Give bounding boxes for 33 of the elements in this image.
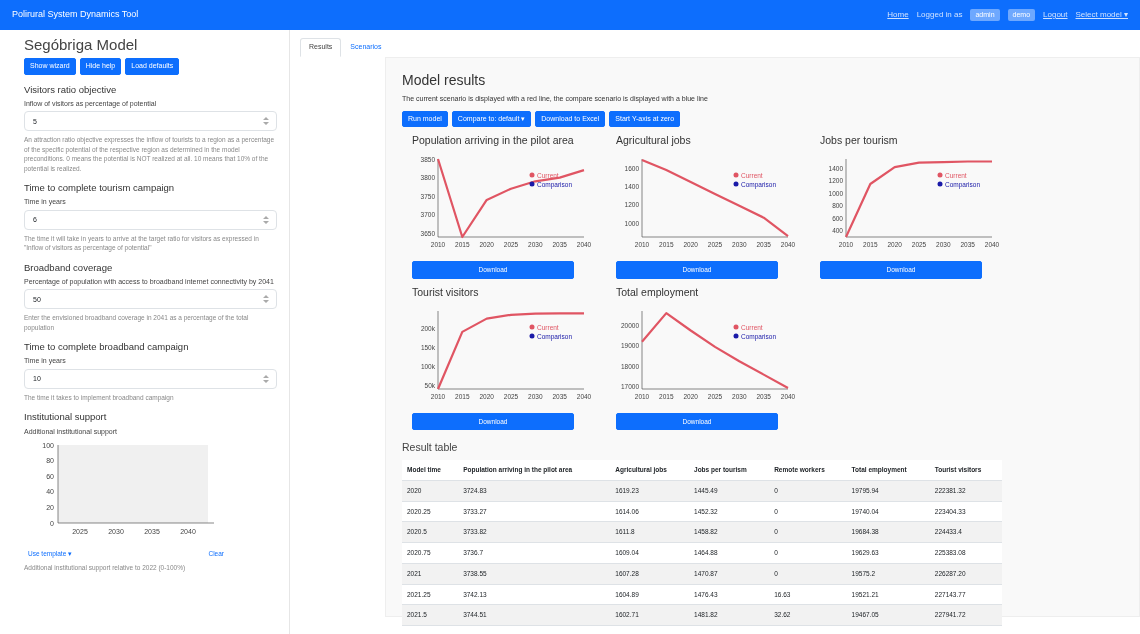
legend-dot bbox=[529, 172, 535, 178]
spinner-icon[interactable] bbox=[263, 295, 269, 304]
legend-dot bbox=[937, 172, 943, 178]
legend-dot bbox=[937, 181, 943, 187]
chart-title: Jobs per tourism bbox=[820, 133, 899, 149]
parameter-title: Time to complete tourism campaign bbox=[24, 180, 176, 195]
nav-link[interactable]: Home bbox=[887, 9, 909, 21]
parameter-title: Time to complete broadband campaign bbox=[24, 340, 190, 355]
parameter-title: Institutional support bbox=[24, 410, 108, 425]
spinner-icon[interactable] bbox=[263, 117, 269, 126]
app-brand[interactable]: Polirural System Dynamics Tool bbox=[12, 8, 139, 22]
chart-title: Total employment bbox=[616, 284, 700, 300]
legend-dot bbox=[529, 181, 535, 187]
spinner-icon[interactable] bbox=[263, 374, 269, 383]
graph-area[interactable] bbox=[58, 445, 208, 524]
legend-dot bbox=[733, 333, 739, 339]
spinner-icon[interactable] bbox=[263, 215, 269, 224]
legend-dot bbox=[733, 324, 739, 330]
legend-dot bbox=[529, 333, 535, 339]
parameter-title: Visitors ratio objective bbox=[24, 82, 118, 97]
login-text: Logged in as bbox=[916, 9, 963, 21]
legend-dot bbox=[529, 324, 535, 330]
results-title: Model results bbox=[402, 71, 487, 89]
chart-title: Agricultural jobs bbox=[616, 133, 692, 149]
nav-link[interactable]: Select model ▾ bbox=[1075, 9, 1128, 21]
legend-dot bbox=[733, 181, 739, 187]
table-title: Result table bbox=[402, 440, 459, 456]
chart-title: Tourist visitors bbox=[412, 284, 480, 300]
legend-dot bbox=[733, 172, 739, 178]
model-title: Segóbriga Model bbox=[24, 36, 139, 54]
parameter-title: Broadband coverage bbox=[24, 260, 114, 275]
nav-link[interactable]: Logout bbox=[1043, 9, 1068, 21]
chart-title: Population arriving in the pilot area bbox=[412, 133, 575, 149]
